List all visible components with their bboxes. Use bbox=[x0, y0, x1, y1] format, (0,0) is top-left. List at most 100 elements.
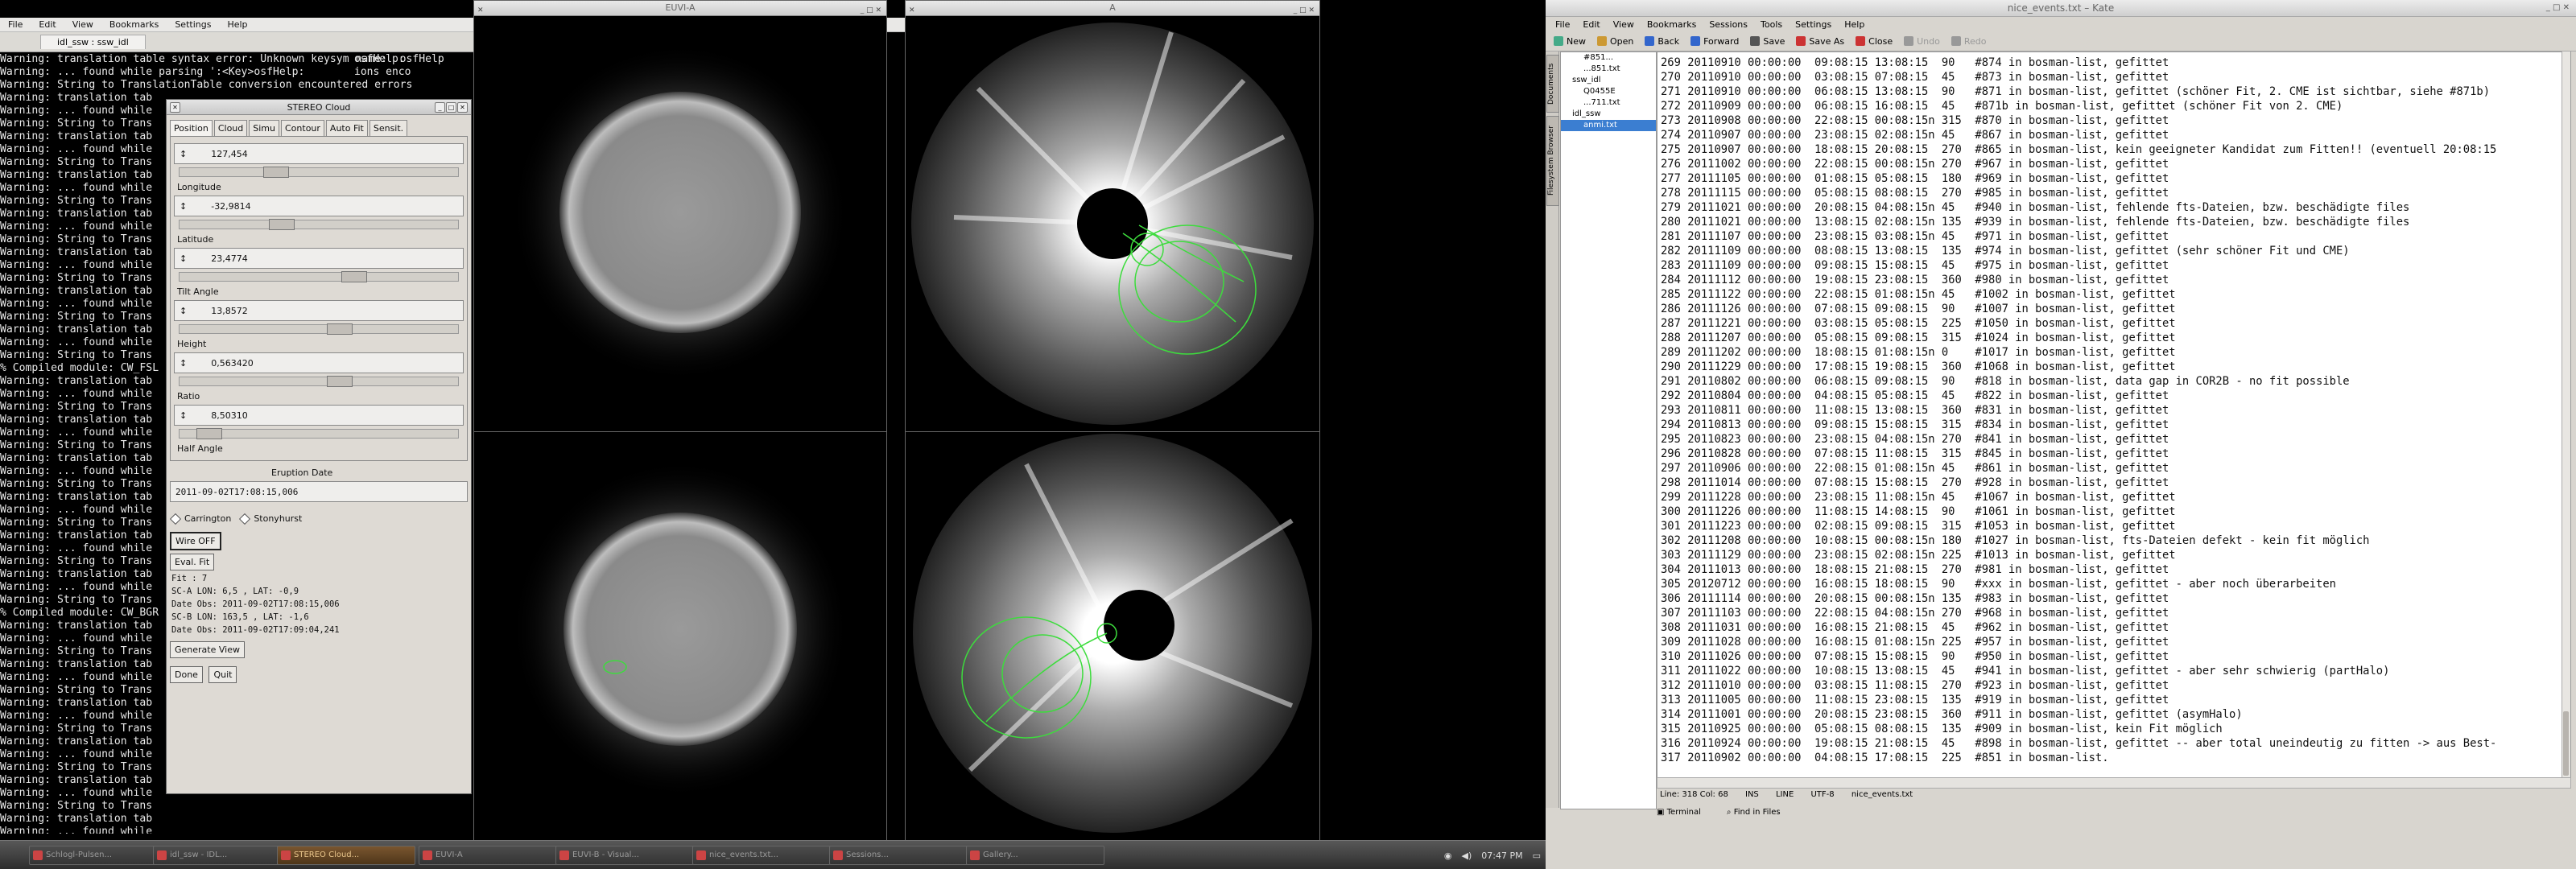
taskbar-button[interactable]: STEREO Cloud... bbox=[277, 846, 415, 865]
euvi-a-titlebar[interactable]: ✕ EUVI-A _ □ ✕ bbox=[474, 1, 886, 16]
wire-off-button[interactable]: Wire OFF bbox=[170, 532, 221, 550]
toolbar-forward-button[interactable]: Forward bbox=[1690, 36, 1739, 47]
cor2-a-image[interactable] bbox=[906, 16, 1319, 432]
quit-button[interactable]: Quit bbox=[208, 666, 237, 683]
param-slider[interactable] bbox=[179, 323, 459, 335]
toolbar-undo-button[interactable]: Undo bbox=[1904, 36, 1940, 47]
toolbar-back-button[interactable]: Back bbox=[1645, 36, 1679, 47]
stonyhurst-radio[interactable] bbox=[239, 513, 251, 525]
scroll-thumb[interactable] bbox=[2563, 711, 2569, 776]
toolbar-save-as-button[interactable]: Save As bbox=[1796, 36, 1844, 47]
tab-autofit[interactable]: Auto Fit bbox=[325, 120, 368, 136]
slider-knob[interactable] bbox=[262, 167, 289, 178]
file-tree-item[interactable]: idl_ssw bbox=[1561, 109, 1656, 120]
taskbar-button[interactable]: Schlogl-Pulsen... bbox=[29, 846, 167, 865]
toolbar-new-button[interactable]: New bbox=[1554, 36, 1586, 47]
menu-file[interactable]: File bbox=[1549, 19, 1576, 30]
documents-tab[interactable]: Documents bbox=[1546, 55, 1559, 113]
kate-editor[interactable]: 269 20110910 00:00:00 09:08:15 13:08:15 … bbox=[1657, 51, 2571, 780]
taskbar-button[interactable]: Sessions... bbox=[829, 846, 968, 865]
param-slider[interactable] bbox=[179, 428, 459, 439]
slider-knob[interactable] bbox=[196, 428, 222, 439]
toolbar-redo-button[interactable]: Redo bbox=[1951, 36, 1987, 47]
taskbar-button[interactable]: EUVI-B - Visual... bbox=[555, 846, 694, 865]
param-input[interactable]: ↕ -32,9814 bbox=[174, 196, 464, 216]
tab-cloud[interactable]: Cloud bbox=[213, 120, 248, 136]
close-icon[interactable]: ✕ bbox=[457, 102, 468, 113]
param-input[interactable]: ↕ 127,454 bbox=[174, 143, 464, 164]
generate-view-button[interactable]: Generate View bbox=[170, 641, 245, 658]
carrington-radio[interactable] bbox=[169, 513, 182, 525]
menu-help[interactable]: Help bbox=[1838, 19, 1871, 30]
vertical-scrollbar[interactable] bbox=[2562, 51, 2570, 779]
editor-text[interactable]: 269 20110910 00:00:00 09:08:15 13:08:15 … bbox=[1661, 56, 2496, 765]
spin-arrow-icon[interactable]: ↕ bbox=[180, 201, 187, 212]
slider-knob[interactable] bbox=[341, 271, 367, 282]
slider-knob[interactable] bbox=[327, 376, 353, 387]
spin-arrow-icon[interactable]: ↕ bbox=[180, 358, 187, 369]
tab-position[interactable]: Position bbox=[170, 120, 213, 136]
menu-settings[interactable]: Settings bbox=[1789, 19, 1838, 30]
terminal-toolview[interactable]: ▣ Terminal bbox=[1657, 806, 1714, 819]
file-tree-item[interactable]: ssw_idl bbox=[1561, 75, 1656, 86]
tab-contour[interactable]: Contour bbox=[281, 120, 324, 136]
spin-arrow-icon[interactable]: ↕ bbox=[180, 253, 187, 264]
toolbar-open-button[interactable]: Open bbox=[1597, 36, 1633, 47]
tab-simu[interactable]: Simu bbox=[249, 120, 279, 136]
eruption-date-input[interactable]: 2011-09-02T17:08:15,006 bbox=[170, 481, 468, 502]
menu-help[interactable]: Help bbox=[219, 19, 255, 30]
dialog-titlebar[interactable]: ✕ STEREO Cloud _ □ ✕ bbox=[167, 100, 471, 115]
maximize-icon[interactable]: □ bbox=[446, 102, 456, 113]
param-slider[interactable] bbox=[179, 167, 459, 178]
window-controls[interactable]: _ □ ✕ bbox=[2546, 0, 2570, 16]
volume-icon[interactable]: ◀) bbox=[1462, 850, 1472, 861]
menu-bookmarks[interactable]: Bookmarks bbox=[1641, 19, 1703, 30]
toolbar-save-button[interactable]: Save bbox=[1750, 36, 1785, 47]
selection-mode[interactable]: LINE bbox=[1776, 790, 1794, 799]
filesystem-tab[interactable]: Filesystem Browser bbox=[1546, 116, 1559, 206]
network-icon[interactable]: ◉ bbox=[1444, 850, 1452, 861]
param-input[interactable]: ↕ 13,8572 bbox=[174, 300, 464, 321]
param-input[interactable]: ↕ 8,50310 bbox=[174, 405, 464, 426]
file-tree-item[interactable]: #851... bbox=[1561, 52, 1656, 64]
clock[interactable]: 07:47 PM bbox=[1481, 850, 1522, 861]
done-button[interactable]: Done bbox=[170, 666, 203, 683]
terminal-tab[interactable]: idl_ssw : ssw_idl bbox=[40, 35, 146, 49]
tab-sensit[interactable]: Sensit. bbox=[369, 120, 408, 136]
menu-tools[interactable]: Tools bbox=[1754, 19, 1789, 30]
slider-knob[interactable] bbox=[327, 323, 353, 335]
menu-sessions[interactable]: Sessions bbox=[1703, 19, 1754, 30]
toolbar-close-button[interactable]: Close bbox=[1856, 36, 1893, 47]
find-in-files-toolview[interactable]: ⌕ Find in Files bbox=[1727, 806, 1794, 819]
param-input[interactable]: ↕ 23,4774 bbox=[174, 248, 464, 269]
menu-settings[interactable]: Settings bbox=[167, 19, 219, 30]
horizontal-scrollbar[interactable] bbox=[1657, 777, 2571, 789]
menu-file[interactable]: File bbox=[0, 19, 31, 30]
menu-bookmarks[interactable]: Bookmarks bbox=[101, 19, 167, 30]
menu-view[interactable]: View bbox=[64, 19, 101, 30]
euvi-b-image[interactable] bbox=[474, 432, 886, 842]
taskbar-button[interactable]: nice_events.txt... bbox=[692, 846, 831, 865]
euvi-a-image[interactable] bbox=[474, 16, 886, 432]
spin-arrow-icon[interactable]: ↕ bbox=[180, 149, 187, 159]
show-desktop-icon[interactable]: ▭ bbox=[1533, 850, 1541, 861]
cor2-a-titlebar[interactable]: ✕ A _ □ ✕ bbox=[906, 1, 1319, 16]
taskbar-button[interactable]: idl_ssw - IDL... bbox=[153, 846, 291, 865]
file-tree-item[interactable]: ...711.txt bbox=[1561, 97, 1656, 109]
kate-titlebar[interactable]: nice_events.txt – Kate _ □ ✕ bbox=[1546, 0, 2576, 17]
param-slider[interactable] bbox=[179, 376, 459, 387]
menu-edit[interactable]: Edit bbox=[1576, 19, 1606, 30]
menu-view[interactable]: View bbox=[1607, 19, 1641, 30]
taskbar-button[interactable]: Gallery... bbox=[966, 846, 1104, 865]
insert-mode[interactable]: INS bbox=[1745, 790, 1759, 799]
spin-arrow-icon[interactable]: ↕ bbox=[180, 306, 187, 316]
param-slider[interactable] bbox=[179, 219, 459, 230]
eval-fit-button[interactable]: Eval. Fit bbox=[170, 554, 215, 570]
file-tree-item[interactable]: ...851.txt bbox=[1561, 64, 1656, 75]
spin-arrow-icon[interactable]: ↕ bbox=[180, 410, 187, 421]
param-slider[interactable] bbox=[179, 271, 459, 282]
param-input[interactable]: ↕ 0,563420 bbox=[174, 352, 464, 373]
taskbar-button[interactable]: EUVI-A bbox=[419, 846, 557, 865]
cor2-b-image[interactable] bbox=[906, 432, 1319, 842]
minimize-icon[interactable]: _ bbox=[435, 102, 445, 113]
